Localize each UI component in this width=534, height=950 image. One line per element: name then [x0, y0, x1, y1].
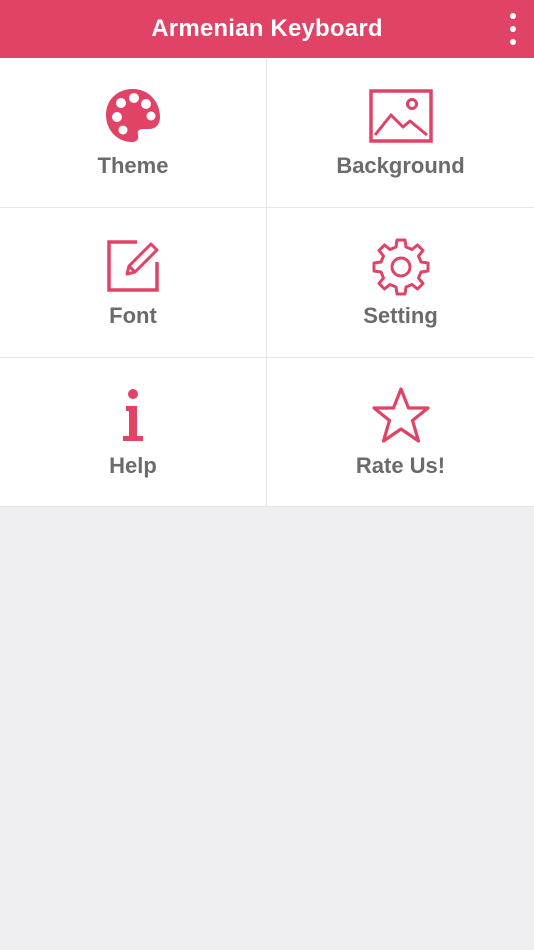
menu-dot	[510, 26, 516, 32]
theme-label: Theme	[97, 153, 169, 178]
more-vertical-icon[interactable]	[506, 13, 520, 45]
star-icon	[369, 384, 433, 448]
palette-icon	[101, 84, 165, 148]
info-icon	[101, 384, 165, 448]
rate-us-tile[interactable]: Rate Us!	[267, 358, 534, 507]
gear-icon	[369, 234, 433, 298]
image-icon	[368, 84, 433, 148]
rate-us-label: Rate Us!	[355, 453, 446, 478]
setting-label: Setting	[363, 303, 438, 328]
background-label: Background	[336, 153, 465, 178]
menu-dot	[510, 39, 516, 45]
app-title: Armenian Keyboard	[151, 15, 383, 42]
menu-grid: Theme Background Font Setting Help Rate …	[0, 58, 534, 507]
font-tile[interactable]: Font	[0, 208, 267, 358]
theme-tile[interactable]: Theme	[0, 58, 267, 208]
edit-icon	[101, 234, 165, 298]
font-label: Font	[109, 303, 157, 328]
setting-tile[interactable]: Setting	[267, 208, 534, 358]
help-label: Help	[109, 453, 157, 478]
help-tile[interactable]: Help	[0, 358, 267, 507]
app-bar: Armenian Keyboard	[0, 0, 534, 58]
background-tile[interactable]: Background	[267, 58, 534, 208]
menu-dot	[510, 13, 516, 19]
